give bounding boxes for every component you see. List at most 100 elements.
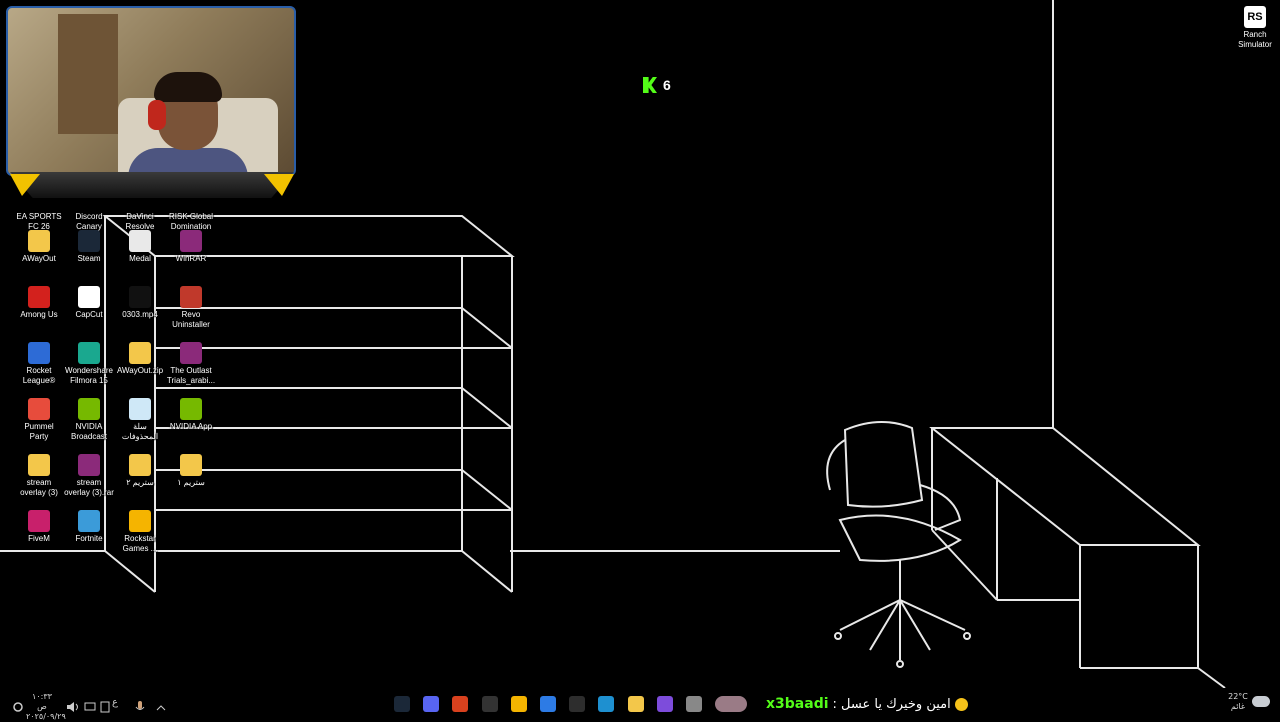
folder-icon — [28, 230, 50, 252]
file-explorer-icon[interactable] — [628, 696, 644, 712]
desktop-icon[interactable]: NVIDIA Broadcast — [64, 398, 114, 442]
volume-icon[interactable] — [66, 698, 80, 714]
desktop-icon[interactable]: AWayOut.zip — [115, 342, 165, 376]
desktop-icon[interactable]: RISK Global Domination — [166, 188, 216, 232]
desktop-icon-label: FiveM — [28, 534, 50, 543]
desktop-icon[interactable]: The Outlast Trials_arabi... — [166, 342, 216, 386]
tray-time: ١٠:٣٣ ص — [32, 692, 52, 711]
window-icon[interactable] — [686, 696, 702, 712]
desktop-icon-label: AWayOut.zip — [116, 366, 164, 375]
chevron-up-icon[interactable] — [156, 698, 166, 714]
desktop-icon-label: AWayOut — [22, 254, 56, 263]
desktop-icon-label: WinRAR — [175, 254, 207, 263]
tray-date: ٢٠٢٥/٠٩/٢٩ — [26, 712, 66, 721]
steam-icon[interactable] — [394, 696, 410, 712]
desktop-icon-label: Ranch Simulator — [1238, 30, 1272, 49]
weather-widget[interactable]: 22°C غائم — [1224, 692, 1252, 712]
tray-clock[interactable]: ١٠:٣٣ ص ٢٠٢٥/٠٩/٢٩ — [26, 692, 66, 722]
webcam-overlay — [6, 6, 298, 198]
edge-icon[interactable] — [598, 696, 614, 712]
desktop-icon-label: stream overlay (3).rar — [64, 478, 114, 497]
desktop-icon[interactable]: Medal — [115, 230, 165, 264]
capcut-icon — [78, 286, 100, 308]
desktop-icon-label: CapCut — [75, 310, 103, 319]
desktop-icon[interactable]: NVIDIA App — [166, 398, 216, 432]
revo-icon — [180, 286, 202, 308]
desktop-icon[interactable]: Steam — [64, 230, 114, 264]
desktop-icon[interactable]: ستريم ١ — [166, 454, 216, 488]
folder-icon — [180, 454, 202, 476]
desktop-icon[interactable]: 0303.mp4 — [115, 286, 165, 320]
rocket-league-icon — [28, 342, 50, 364]
desktop-icon-label: NVIDIA Broadcast — [70, 422, 108, 441]
desktop-icon-label: Among Us — [20, 310, 58, 319]
desktop-icon[interactable]: Discord Canary — [64, 188, 114, 232]
weather-text: غائم — [1230, 702, 1246, 711]
winrar-icon — [180, 230, 202, 252]
desktop-icon[interactable]: ستريم ٢ — [115, 454, 165, 488]
desktop-icon-label: stream overlay (3) — [20, 478, 58, 497]
desktop-icon[interactable]: Pummel Party — [14, 398, 64, 442]
chat-message: x3baadi : امين وخيرك يا عسل — [766, 696, 968, 712]
zip-folder-icon — [129, 342, 151, 364]
folder-icon — [129, 454, 151, 476]
desktop-icon[interactable]: stream overlay (3).rar — [64, 454, 114, 498]
desktop-icon-label: Revo Uninstaller — [172, 310, 210, 329]
nvidia-broadcast-icon — [78, 398, 100, 420]
language-indicator[interactable]: ع — [112, 697, 118, 713]
desktop-icon[interactable]: WinRAR — [166, 230, 216, 264]
desktop-icon-label: The Outlast Trials_arabi... — [166, 366, 216, 385]
desktop-icon[interactable]: سلة المحذوفات — [115, 398, 165, 442]
desktop-icon-label: Steam — [77, 254, 101, 263]
desktop-icon-label: Rocket League® — [22, 366, 56, 385]
filmora-icon — [78, 342, 100, 364]
streamer — [118, 72, 248, 174]
kick-viewer-counter: 6 — [643, 77, 671, 93]
settings-tray-icon[interactable] — [12, 698, 24, 714]
ranch-simulator-icon: RS — [1244, 6, 1266, 28]
cloud-icon — [1252, 696, 1270, 707]
obs-icon[interactable] — [452, 696, 468, 712]
microphone-icon[interactable] — [135, 698, 145, 714]
calculator-icon[interactable] — [569, 696, 585, 712]
webcam-feed — [6, 6, 296, 176]
chrome-icon[interactable] — [511, 696, 527, 712]
laughing-emoji-icon — [954, 697, 968, 711]
desktop-icon-label: DaVinci Resolve — [125, 212, 155, 231]
video-file-icon — [129, 286, 151, 308]
webcam-door — [58, 14, 118, 134]
desktop-icon[interactable]: Among Us — [14, 286, 64, 320]
steam-icon — [78, 230, 100, 252]
fivem-icon — [28, 510, 50, 532]
visual-studio-icon[interactable] — [657, 696, 673, 712]
desktop-icon[interactable]: Fortnite — [64, 510, 114, 544]
desktop-icon-label: سلة المحذوفات — [121, 422, 159, 441]
desktop-icon[interactable]: Wondershare Filmora 15 — [64, 342, 114, 386]
discord-icon[interactable] — [423, 696, 439, 712]
medal-icon — [129, 230, 151, 252]
obs-alt-icon[interactable] — [482, 696, 498, 712]
thumbnail-icon[interactable] — [715, 696, 747, 712]
desktop-icon-label: EA SPORTS FC 26 — [16, 212, 62, 231]
viewer-count: 6 — [663, 77, 671, 93]
battery-icon[interactable] — [100, 698, 110, 714]
desktop-icon-ranch-simulator[interactable]: RS Ranch Simulator — [1232, 6, 1278, 50]
desktop-icon[interactable]: EA SPORTS FC 26 — [14, 188, 64, 232]
desktop-icon[interactable]: DaVinci Resolve — [115, 188, 165, 232]
desktop-icon[interactable]: Rocket League® — [14, 342, 64, 386]
chat-text: : امين وخيرك يا عسل — [832, 696, 951, 712]
network-icon[interactable] — [84, 698, 96, 714]
recycle-bin-icon — [129, 398, 151, 420]
desktop-icon[interactable]: Revo Uninstaller — [166, 286, 216, 330]
desktop-icon[interactable]: FiveM — [14, 510, 64, 544]
chat-username: x3baadi — [766, 696, 829, 712]
desktop-icon-label: ستريم ٢ — [126, 478, 154, 487]
kick-logo-icon — [643, 77, 657, 93]
desktop-icon[interactable]: CapCut — [64, 286, 114, 320]
desktop-icon[interactable]: stream overlay (3) — [14, 454, 64, 498]
desktop-icon-label: 0303.mp4 — [122, 310, 158, 319]
mail-icon[interactable] — [540, 696, 556, 712]
winrar-icon — [180, 342, 202, 364]
desktop-icon[interactable]: Rockstar Games ... — [115, 510, 165, 554]
desktop-icon[interactable]: AWayOut — [14, 230, 64, 264]
